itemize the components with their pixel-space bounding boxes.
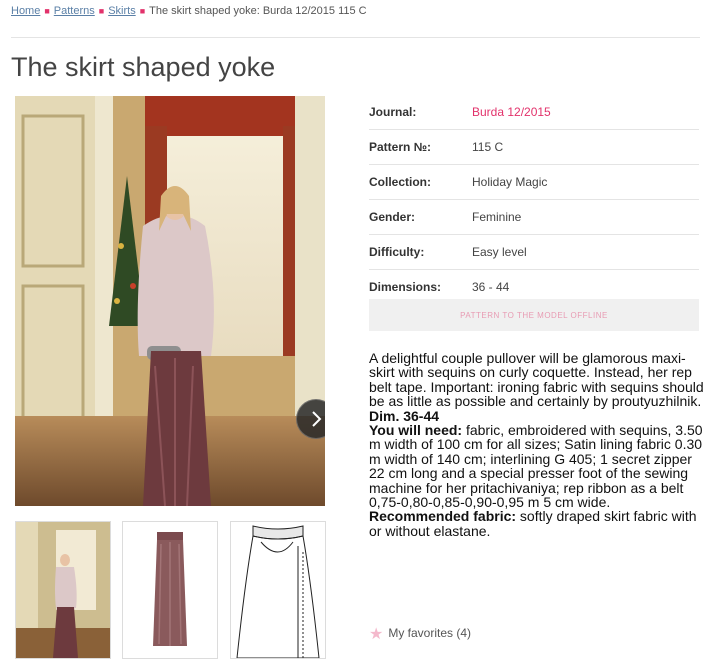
breadcrumb-separator: ■ <box>44 6 50 16</box>
breadcrumb-separator: ■ <box>98 6 105 16</box>
property-value: 115 C <box>472 140 504 154</box>
property-label: Gender: <box>369 210 416 224</box>
next-image-button[interactable] <box>296 399 325 439</box>
favorites-button[interactable]: ★ My favorites (4) <box>369 624 471 644</box>
property-value: Feminine <box>472 210 522 224</box>
breadcrumb-current: The skirt shaped yoke: Burda 12/2015 115… <box>149 5 367 17</box>
property-label: Dimensions: <box>369 280 442 294</box>
breadcrumb: Home ■ Patterns ■ Skirts ■ The skirt shaped yo… <box>11 5 367 17</box>
breadcrumb-skirts-link[interactable]: Skirts <box>108 5 136 17</box>
page-title: The skirt shaped yoke <box>11 52 276 82</box>
pattern-offline-button[interactable]: PATTERN TO THE MODEL OFFLINE <box>369 299 699 331</box>
pattern-properties: Journal: Burda 12/2015 Pattern №: 115 C … <box>369 95 699 305</box>
thumbnail-product[interactable] <box>122 521 218 659</box>
property-value: 36 - 44 <box>472 280 510 294</box>
favorites-label: My favorites (4) <box>388 626 472 640</box>
star-icon: ★ <box>369 626 384 643</box>
property-value: Easy level <box>472 245 527 259</box>
main-photo-image <box>15 96 325 506</box>
property-label: Collection: <box>369 175 431 189</box>
property-difficulty: Difficulty: Easy level <box>369 235 699 270</box>
property-collection: Collection: Holiday Magic <box>369 165 699 200</box>
pattern-description: A delightful couple pullover will be gla… <box>369 351 705 538</box>
breadcrumb-home-link[interactable]: Home <box>11 5 40 17</box>
property-label: Journal: <box>369 105 417 119</box>
property-pattern-number: Pattern №: 115 C <box>369 130 699 165</box>
property-journal: Journal: Burda 12/2015 <box>369 95 699 130</box>
description-intro: A delightful couple pullover will be gla… <box>369 350 704 410</box>
property-label: Difficulty: <box>369 245 425 259</box>
technical-drawing-image <box>231 522 325 658</box>
divider <box>11 37 700 38</box>
property-gender: Gender: Feminine <box>369 200 699 235</box>
main-photo[interactable] <box>15 96 325 506</box>
thumbnail-photo-image <box>16 522 110 658</box>
chevron-right-icon <box>312 411 322 427</box>
property-label: Pattern №: <box>369 140 432 154</box>
breadcrumb-patterns-link[interactable]: Patterns <box>54 5 95 17</box>
thumbnail-technical-drawing[interactable] <box>230 521 326 659</box>
thumbnail-photo[interactable] <box>15 521 111 659</box>
thumbnail-skirt-image <box>123 522 217 658</box>
journal-link[interactable]: Burda 12/2015 <box>472 105 551 119</box>
breadcrumb-separator: ■ <box>139 6 146 16</box>
property-value: Holiday Magic <box>472 175 548 189</box>
